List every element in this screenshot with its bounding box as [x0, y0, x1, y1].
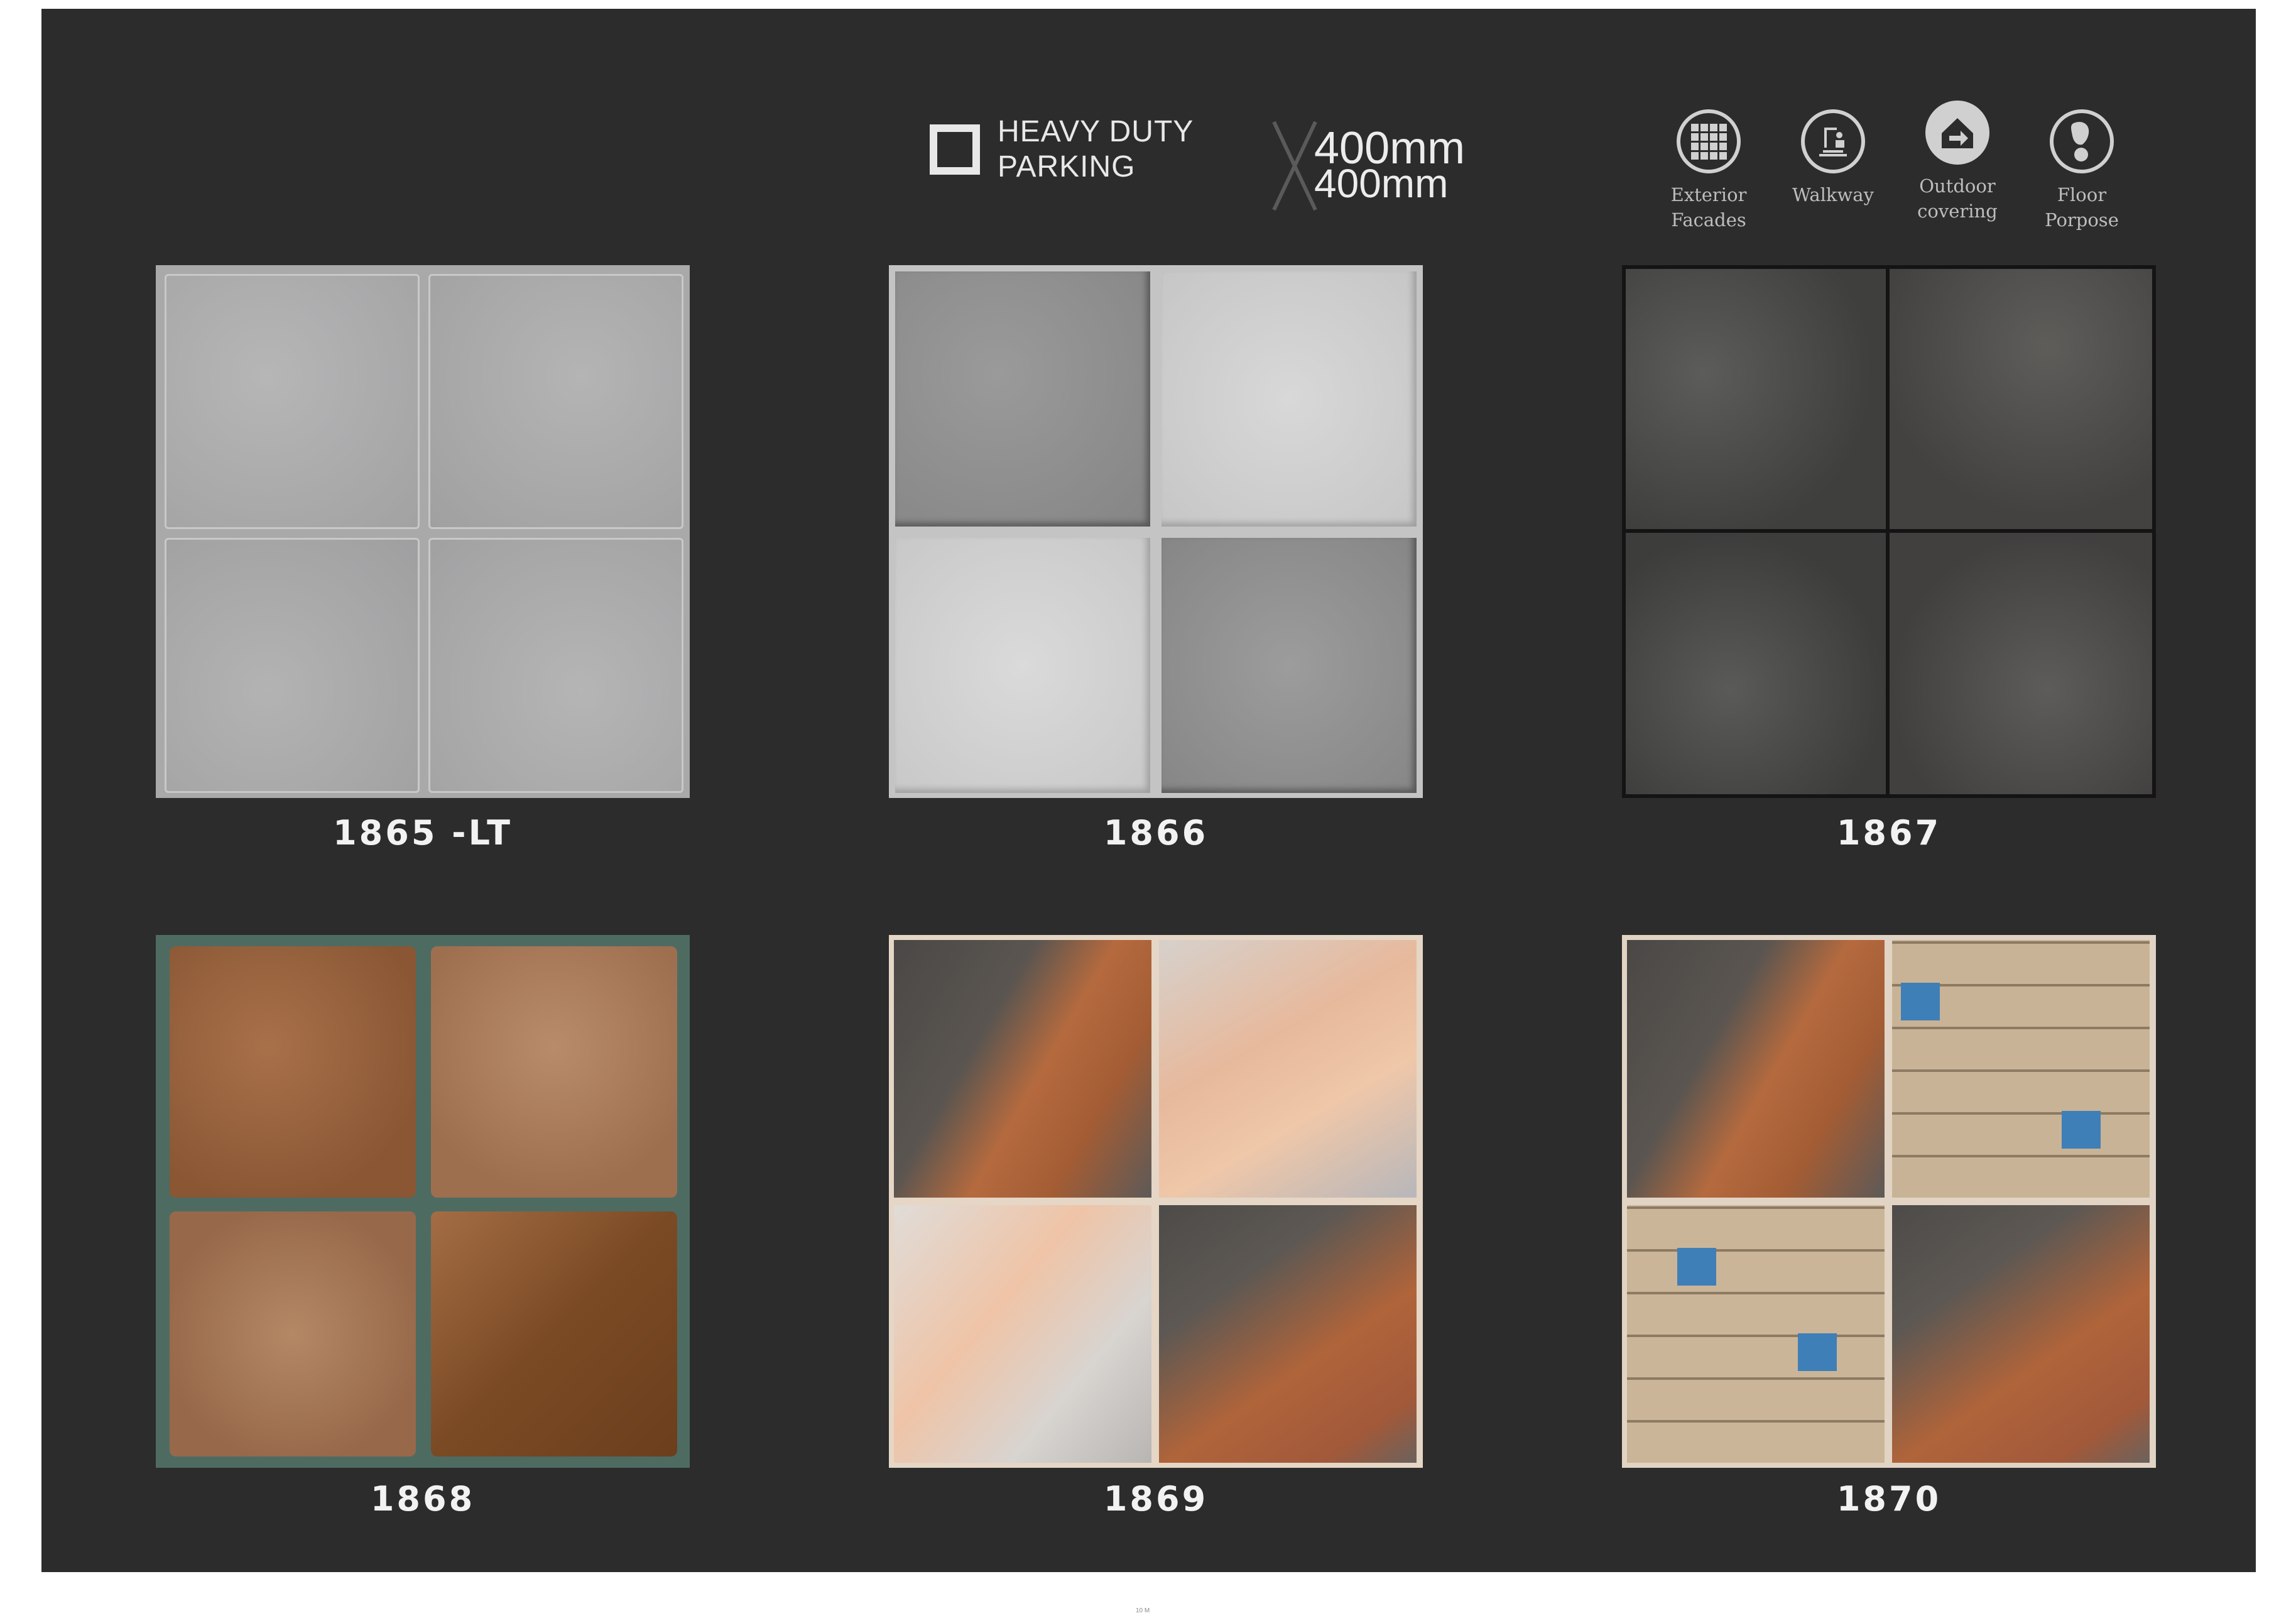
tile-1869[interactable] — [889, 935, 1423, 1468]
tile-1870[interactable] — [1622, 935, 2156, 1468]
usage-label-line2: Porpose — [2045, 209, 2119, 231]
square-icon — [930, 124, 980, 175]
usage-label-line1: Floor — [2057, 184, 2107, 205]
tile-code: 1870 — [1836, 1479, 1942, 1519]
usage-label-line1: Outdoor — [1919, 175, 1996, 197]
footprint-icon — [2050, 109, 2114, 173]
usage-exterior-facades: Exterior Facades — [1646, 109, 1771, 232]
tile-code: 1865 -LT — [333, 813, 513, 853]
tile-1865-lt[interactable] — [156, 265, 690, 798]
tile-1868[interactable] — [156, 935, 690, 1468]
usage-label: Walkway — [1770, 182, 1896, 207]
tile-code: 1867 — [1836, 813, 1942, 853]
usage-outdoor-covering: Outdoor covering — [1895, 101, 2020, 224]
catalog-panel: HEAVY DUTY PARKING 400mm 400mm Exterior — [41, 9, 2256, 1572]
usage-floor-purpose: Floor Porpose — [2019, 109, 2145, 232]
tile-code: 1868 — [370, 1479, 476, 1519]
tile-1866[interactable] — [889, 265, 1423, 798]
badge-text: HEAVY DUTY PARKING — [998, 114, 1194, 185]
heavy-duty-badge: HEAVY DUTY PARKING — [930, 114, 1194, 185]
tile-1867[interactable] — [1622, 265, 2156, 798]
usage-label-line2: covering — [1917, 200, 1998, 222]
tile-code: 1869 — [1103, 1479, 1209, 1519]
usage-label: Outdoor covering — [1895, 173, 2020, 224]
page-mark: 10 M — [1136, 1607, 1150, 1614]
usage-walkway: Walkway — [1770, 109, 1896, 207]
walkway-icon — [1801, 109, 1865, 173]
tile-size: 400mm 400mm — [1266, 116, 1480, 216]
tile-code: 1866 — [1103, 813, 1209, 853]
house-arrow-icon — [1925, 101, 1989, 165]
usage-label: Exterior Facades — [1646, 182, 1771, 232]
badge-line-2: PARKING — [998, 150, 1136, 183]
size-bottom: 400mm — [1314, 161, 1449, 206]
badge-line-1: HEAVY DUTY — [998, 115, 1194, 148]
usage-label: Floor Porpose — [2019, 182, 2145, 232]
grid-icon — [1677, 109, 1741, 173]
usage-label-line1: Exterior — [1670, 184, 1747, 205]
usage-label-line2: Facades — [1671, 209, 1746, 231]
usage-label-line1: Walkway — [1792, 184, 1874, 205]
